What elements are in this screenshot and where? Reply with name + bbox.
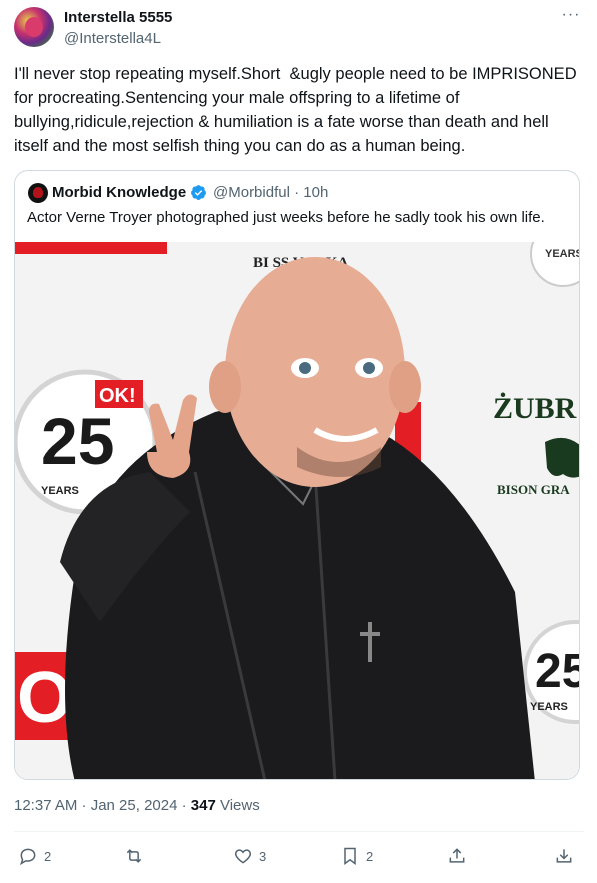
zubr-logo-text: ŻUBR (493, 392, 577, 425)
right-ear (389, 361, 421, 413)
left-iris (299, 362, 311, 374)
share-button[interactable] (447, 845, 467, 867)
quote-author-avatar (28, 183, 48, 203)
verified-badge-icon (191, 185, 206, 200)
left-ear (209, 361, 241, 413)
ok-red-strip (15, 242, 167, 254)
reply-count: 2 (44, 848, 52, 864)
retweet-icon (126, 849, 142, 863)
years-number: 25 (41, 404, 114, 478)
download-icon (556, 849, 572, 863)
action-divider (14, 831, 584, 832)
tweet: Interstella 5555 @Interstella4L ··· I'll… (0, 0, 597, 883)
author-avatar[interactable] (14, 7, 54, 47)
tweet-timestamp[interactable]: 12:37 AM · Jan 25, 2024 · (14, 797, 191, 814)
reply-button[interactable]: 2 (18, 845, 51, 867)
tweet-text: I'll never stop repeating myself.Short &… (14, 65, 582, 155)
quoted-photo[interactable]: BI SS VODKA YEARS OK! 25 YEARS ŻUBR BISO… (15, 242, 580, 780)
share-icon (449, 848, 465, 863)
years-label: YEARS (41, 485, 79, 497)
bookmark-icon (344, 847, 356, 865)
tweet-meta: 12:37 AM · Jan 25, 2024 · 347 Views (14, 797, 260, 814)
right-iris (363, 362, 375, 374)
quote-author-handle: @Morbidful (213, 184, 290, 201)
like-count: 3 (259, 848, 267, 864)
right-years-number: 25 (535, 645, 580, 698)
top-right-years-label: YEARS (545, 248, 580, 260)
download-button[interactable] (554, 845, 574, 867)
views-count: 347 (190, 797, 216, 814)
author-name[interactable]: Interstella 5555 (64, 9, 172, 26)
author-handle[interactable]: @Interstella4L (64, 30, 161, 47)
retweet-button[interactable] (124, 845, 150, 867)
quote-time: 10h (303, 184, 329, 201)
more-options-icon[interactable]: ··· (560, 7, 582, 28)
bookmark-button[interactable]: 2 (340, 845, 373, 867)
bison-grass-text: BISON GRA (497, 482, 570, 497)
quote-meta: @Morbidful · 10h (213, 184, 328, 201)
quote-text: Actor Verne Troyer photographed just wee… (27, 209, 545, 226)
like-button[interactable]: 3 (233, 845, 266, 867)
heart-icon (234, 849, 252, 864)
views-label: Views (215, 797, 260, 814)
bison-icon (545, 437, 579, 478)
bookmark-count: 2 (366, 848, 374, 864)
quote-author-name: Morbid Knowledge (52, 184, 187, 201)
right-years-label: YEARS (530, 701, 568, 713)
reply-icon (19, 848, 36, 866)
quote-separator: · (294, 184, 300, 201)
quoted-tweet[interactable]: Morbid Knowledge @Morbidful · 10h Actor … (14, 170, 580, 780)
